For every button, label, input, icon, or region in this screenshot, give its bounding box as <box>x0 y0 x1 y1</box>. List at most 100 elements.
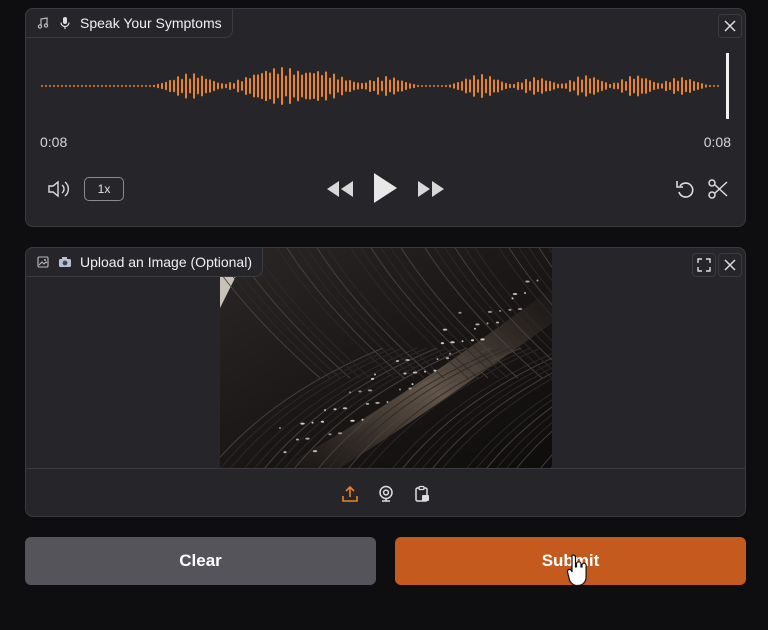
waveform-bar <box>477 79 479 93</box>
waveform-bar <box>593 77 595 95</box>
waveform-bar <box>705 84 707 88</box>
waveform-bar <box>485 78 487 94</box>
waveform-bar <box>649 79 651 93</box>
waveform-bar <box>297 70 299 102</box>
waveform-bar <box>325 71 327 101</box>
waveform-bar <box>489 75 491 97</box>
waveform-bar <box>661 83 663 89</box>
waveform-bar <box>289 67 291 105</box>
waveform-bar <box>209 79 211 93</box>
audio-input-panel: Speak Your Symptoms 0:08 0:08 1x <box>25 8 746 227</box>
waveform-bar <box>309 72 311 100</box>
waveform-bar <box>329 77 331 95</box>
waveform-bar <box>617 82 619 90</box>
clipboard-button[interactable] <box>411 483 433 505</box>
waveform-bar <box>561 83 563 89</box>
waveform-bar <box>453 83 455 89</box>
audio-label: Speak Your Symptoms <box>80 15 222 31</box>
waveform-bar <box>405 81 407 91</box>
playhead <box>726 53 729 119</box>
waveform-bar <box>201 75 203 97</box>
playback-speed-button[interactable]: 1x <box>84 177 124 201</box>
waveform-bar <box>305 72 307 100</box>
waveform-bar <box>385 76 387 96</box>
fullscreen-icon <box>697 258 711 272</box>
waveform-bar <box>365 82 367 90</box>
waveform-bar <box>393 77 395 95</box>
waveform-bar <box>565 82 567 90</box>
fast-forward-button[interactable] <box>416 175 446 203</box>
waveform-bar <box>473 75 475 97</box>
waveform-bar <box>69 85 71 87</box>
waveform-bar <box>441 85 443 87</box>
waveform-bar <box>161 82 163 90</box>
rewind-icon <box>327 181 353 197</box>
clear-button[interactable]: Clear <box>25 537 376 585</box>
webcam-button[interactable] <box>375 483 397 505</box>
waveform-bar <box>145 85 147 87</box>
waveform-bar <box>369 80 371 92</box>
upload-button[interactable] <box>339 483 361 505</box>
waveform-bar <box>233 82 235 90</box>
waveform-bar <box>117 85 119 87</box>
waveform-bar <box>449 84 451 88</box>
waveform-bar <box>341 76 343 96</box>
undo-button[interactable] <box>674 177 698 201</box>
waveform-bar <box>221 83 223 89</box>
trim-button[interactable] <box>706 177 730 201</box>
waveform-bar <box>273 68 275 104</box>
waveform-bar <box>637 75 639 97</box>
waveform-bar <box>497 79 499 93</box>
current-time: 0:08 <box>40 134 68 150</box>
waveform-bar <box>681 77 683 95</box>
waveform-bar <box>217 82 219 90</box>
waveform[interactable] <box>40 51 732 121</box>
waveform-bar <box>101 85 103 87</box>
waveform-bar <box>285 75 287 97</box>
waveform-bar <box>549 80 551 92</box>
waveform-bar <box>389 79 391 93</box>
waveform-bar <box>241 81 243 91</box>
waveform-bar <box>673 77 675 95</box>
waveform-bar <box>89 85 91 87</box>
waveform-bar <box>197 77 199 95</box>
waveform-bar <box>601 80 603 92</box>
waveform-bar <box>381 80 383 92</box>
webcam-icon <box>378 485 393 502</box>
waveform-bar <box>689 78 691 94</box>
waveform-bar <box>61 85 63 87</box>
waveform-bar <box>433 85 435 87</box>
rewind-button[interactable] <box>325 175 355 203</box>
waveform-bar <box>465 78 467 94</box>
fullscreen-button[interactable] <box>692 253 716 277</box>
waveform-bar <box>613 82 615 90</box>
waveform-bar <box>545 80 547 92</box>
microphone-icon <box>58 16 72 30</box>
waveform-bar <box>409 83 411 89</box>
audio-close-button[interactable] <box>718 14 742 38</box>
waveform-bar <box>425 85 427 87</box>
image-close-button[interactable] <box>718 253 742 277</box>
upload-icon <box>341 485 358 502</box>
waveform-bar <box>113 85 115 87</box>
waveform-bar <box>685 79 687 93</box>
volume-button[interactable] <box>46 177 74 201</box>
waveform-bar <box>205 78 207 94</box>
waveform-bar <box>533 77 535 95</box>
waveform-bar <box>57 85 59 87</box>
play-button[interactable] <box>370 169 400 207</box>
waveform-bar <box>189 78 191 94</box>
waveform-bar <box>609 83 611 89</box>
waveform-bar <box>169 79 171 93</box>
waveform-bar <box>337 79 339 93</box>
waveform-bar <box>557 83 559 89</box>
waveform-bar <box>657 82 659 90</box>
waveform-bar <box>301 74 303 98</box>
waveform-bar <box>269 72 271 100</box>
waveform-bar <box>537 79 539 93</box>
waveform-bar <box>629 75 631 97</box>
waveform-bar <box>461 81 463 91</box>
image-icon <box>36 255 50 269</box>
waveform-bar <box>361 82 363 90</box>
waveform-bar <box>701 83 703 89</box>
